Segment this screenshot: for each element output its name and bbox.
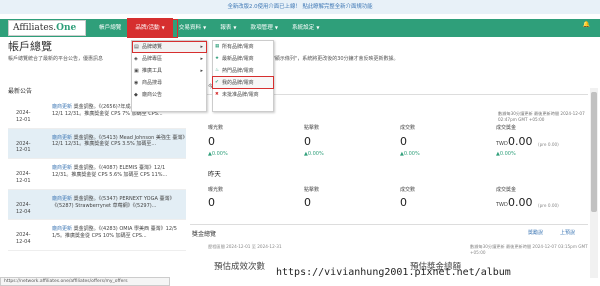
metric-label: 成交獎金 (496, 125, 517, 131)
announcement-list: 2024-12-01 廠商更新 獎金調整。《(2656)?年成品牌 台灣動力(網… (8, 98, 186, 286)
menu-item-promo-tools[interactable]: ▣ 推廣工具 ▸ (132, 65, 206, 77)
top-nav-bar: Affiliates. One 帳戶總覽 品牌/活動 ▼ 交易資料 ▼ 報表 ▼ 款項管… (0, 18, 600, 38)
announcement-text: 獎金調整。《(5413) Mead Johnson 美強生 臺灣》12/1 12… (52, 134, 185, 148)
metric-label: 曝光數 (208, 125, 224, 131)
commission-link-2[interactable]: 上預說 (560, 229, 575, 236)
logo-accent: One (56, 23, 77, 33)
main-nav: 帳戶總覽 品牌/活動 ▼ 交易資料 ▼ 報表 ▼ 款項管理 ▼ 系統設定 ▼ (92, 18, 326, 38)
scrollbar-thumb[interactable] (591, 92, 597, 212)
announcement-date: 2024-12-01 (16, 110, 31, 123)
metric-label: 點擊數 (304, 187, 320, 193)
currency-label: TWD (496, 202, 508, 208)
commission-link-1[interactable]: 獎勵說 (528, 229, 543, 236)
list-item[interactable]: 2024-12-01 廠商更新 獎金調整。《(5413) Mead Johnso… (8, 128, 186, 160)
logo[interactable]: Affiliates. One (8, 20, 86, 36)
summary-updated-note: 數據每30分鐘更新 最後更新時間 2024-12-07 02:47pm GMT … (498, 111, 585, 122)
metric-value: 0 (208, 135, 215, 148)
submenu-item-unapproved-brands[interactable]: ✖ 未批准品牌/電商 (213, 89, 273, 101)
page-description: 帳戶總覽統合了最新的平台公告，優惠訊息 (8, 56, 104, 62)
metric-pre-value: (pre 0.00) (538, 142, 559, 147)
metric-value: 0.00 (508, 196, 533, 209)
metric-value: 0 (208, 196, 215, 209)
announcement-date: 2024-12-01 (16, 171, 31, 184)
announcement-tag: 廠商更新 (52, 165, 73, 172)
commission-heading: 獎金總覽 (192, 231, 217, 238)
metric-label: 成交數 (400, 187, 416, 193)
bell-icon: ◆ (134, 92, 138, 98)
nav-settings[interactable]: 系統設定 ▼ (285, 19, 326, 37)
metric-label: 點擊數 (304, 125, 320, 131)
announcements-heading: 最新公告 (8, 88, 33, 95)
highlight-nav-brands (131, 19, 178, 38)
nav-account-overview[interactable]: 帳戶總覽 (92, 19, 128, 37)
announcement-date: 2024-12-01 (16, 140, 31, 154)
chevron-down-icon: ▼ (316, 25, 320, 30)
commission-updated-note: 數據每30分鐘更新 最後更新時間 2024-12-07 03:15pm GMT … (470, 244, 588, 255)
metric-label: 曝光數 (208, 187, 224, 193)
announcement-tag: 廠商更新 (52, 134, 73, 141)
watermark: https://vivianhung2001.pixnet.net/album (276, 267, 511, 278)
logo-text: Affiliates. (13, 23, 57, 33)
metric-label: 成交獎金 (496, 187, 517, 193)
page-title: 帳戶總覽 (8, 40, 52, 53)
metric-value: 0 (400, 196, 407, 209)
announcement-date: 2024-12-04 (16, 232, 31, 246)
list-item[interactable]: 2024-12-01 廠商更新 獎金調整。《(4087) ELEMIS 臺灣》1… (8, 159, 186, 190)
grid-icon: ▦ (215, 44, 220, 49)
star-icon: ★ (215, 56, 220, 61)
nav-payments[interactable]: 款項管理 ▼ (243, 19, 284, 37)
list-item[interactable]: 2024-12-04 廠商更新 獎金調整。《(4283) OMIA 學美西 臺灣… (8, 220, 186, 251)
metric-change: ▲0.00% (304, 151, 324, 157)
metric-value: 0.00 (508, 135, 533, 148)
announcement-tag: 廠商更新 (52, 226, 73, 233)
currency-label: TWD (496, 141, 508, 147)
announcement-tag: 廠商更新 (52, 195, 73, 202)
menu-item-vendor-notices[interactable]: ◆ 廠商公告 (132, 89, 206, 101)
metric-change: ▲0.00% (496, 151, 516, 157)
search-icon: ◉ (134, 80, 139, 86)
announcement-tag: 廠商更新 (52, 104, 73, 110)
notice-bar[interactable]: 全新改版2.0使用介面已上線！ 點此瞭解完整全新介面規功能 (0, 0, 600, 14)
chevron-down-icon: ▼ (233, 25, 237, 30)
menu-item-product-search[interactable]: ◉ 商品搜尋 (132, 77, 206, 89)
metric-change: ▲0.00% (208, 151, 228, 157)
bell-icon[interactable]: 🔔 (583, 21, 590, 28)
page-description-right: 的 "顯示條列"，系統將更改後的30分鐘才會反映更新數據。 (266, 56, 399, 62)
submenu-item-all-brands[interactable]: ▦ 所有品牌/電商 (213, 41, 273, 53)
commission-period: 歷程區間 2024-12-01 至 2024-12-31 (208, 244, 282, 249)
nav-reports[interactable]: 報表 ▼ (213, 19, 243, 37)
metric-value: 0 (304, 196, 311, 209)
page-scrollbar[interactable] (590, 88, 598, 278)
x-icon: ✖ (215, 92, 219, 97)
highlight-menu-brand-overview (132, 41, 207, 53)
chevron-down-icon: ▼ (203, 25, 207, 30)
chevron-down-icon: ▼ (274, 25, 278, 30)
metric-change: ▲0.00% (400, 151, 420, 157)
metric-value: 0 (400, 135, 407, 148)
tool-icon: ▣ (134, 68, 139, 74)
commission-col-count: 預估成效次數 (214, 262, 266, 272)
commission-section (190, 224, 588, 225)
yesterday-heading: 昨天 (208, 170, 221, 178)
metric-pre-value: (pre 0.00) (538, 203, 559, 208)
menu-item-brand-zone[interactable]: ◈ 品牌專區 ▸ (132, 53, 206, 65)
metric-label: 成交數 (400, 125, 416, 131)
highlight-submenu-my-brands (212, 76, 274, 89)
metric-value: 0 (304, 135, 311, 148)
announcement-date: 2024-12-04 (16, 201, 31, 215)
chevron-right-icon: ▸ (200, 68, 203, 74)
tag-icon: ◈ (134, 56, 138, 62)
submenu-item-new-brands[interactable]: ★ 最新品牌/電商 (213, 53, 273, 65)
list-item[interactable]: 2024-12-04 廠商更新 獎金調整。《(5347) PERNEXT YOG… (8, 189, 186, 221)
chevron-right-icon: ▸ (200, 56, 203, 62)
status-bar-url: https://network.affiliates.one/affiliate… (0, 277, 170, 286)
